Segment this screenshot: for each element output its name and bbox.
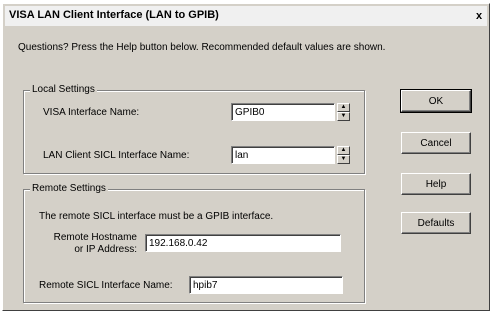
defaults-button[interactable]: Defaults [401,212,471,234]
remote-sicl-interface-field[interactable] [189,276,343,294]
visa-interface-name-label: VISA Interface Name: [43,107,140,118]
visa-lan-client-dialog: VISA LAN Client Interface (LAN to GPIB) … [2,3,490,311]
remote-sicl-interface-label: Remote SICL Interface Name: [39,280,173,291]
window-title: VISA LAN Client Interface (LAN to GPIB) [9,9,219,21]
lan-client-sicl-label: LAN Client SICL Interface Name: [43,150,190,161]
spin-up-icon[interactable]: ▲ [337,146,350,155]
remote-hostname-label-line2: or IP Address: [74,244,137,255]
spin-up-icon[interactable]: ▲ [337,103,350,112]
spin-down-icon[interactable]: ▼ [337,112,350,121]
visa-interface-name-field[interactable] [231,103,335,121]
remote-hostname-label-line1: Remote Hostname [53,232,137,243]
title-bar[interactable]: VISA LAN Client Interface (LAN to GPIB) … [5,6,487,26]
local-settings-legend: Local Settings [30,84,97,95]
remote-sicl-note: The remote SICL interface must be a GPIB… [39,211,274,222]
lan-client-sicl-spinner[interactable]: ▲ ▼ [337,146,350,164]
remote-settings-legend: Remote Settings [30,183,108,194]
ok-button[interactable]: OK [400,89,472,113]
cancel-button[interactable]: Cancel [401,132,471,154]
help-button[interactable]: Help [401,173,471,195]
visa-interface-name-spinner[interactable]: ▲ ▼ [337,103,350,121]
spin-down-icon[interactable]: ▼ [337,155,350,164]
close-icon[interactable]: x [473,9,485,23]
lan-client-sicl-field[interactable] [231,146,335,164]
remote-hostname-field[interactable] [145,234,341,252]
intro-text: Questions? Press the Help button below. … [18,42,386,53]
